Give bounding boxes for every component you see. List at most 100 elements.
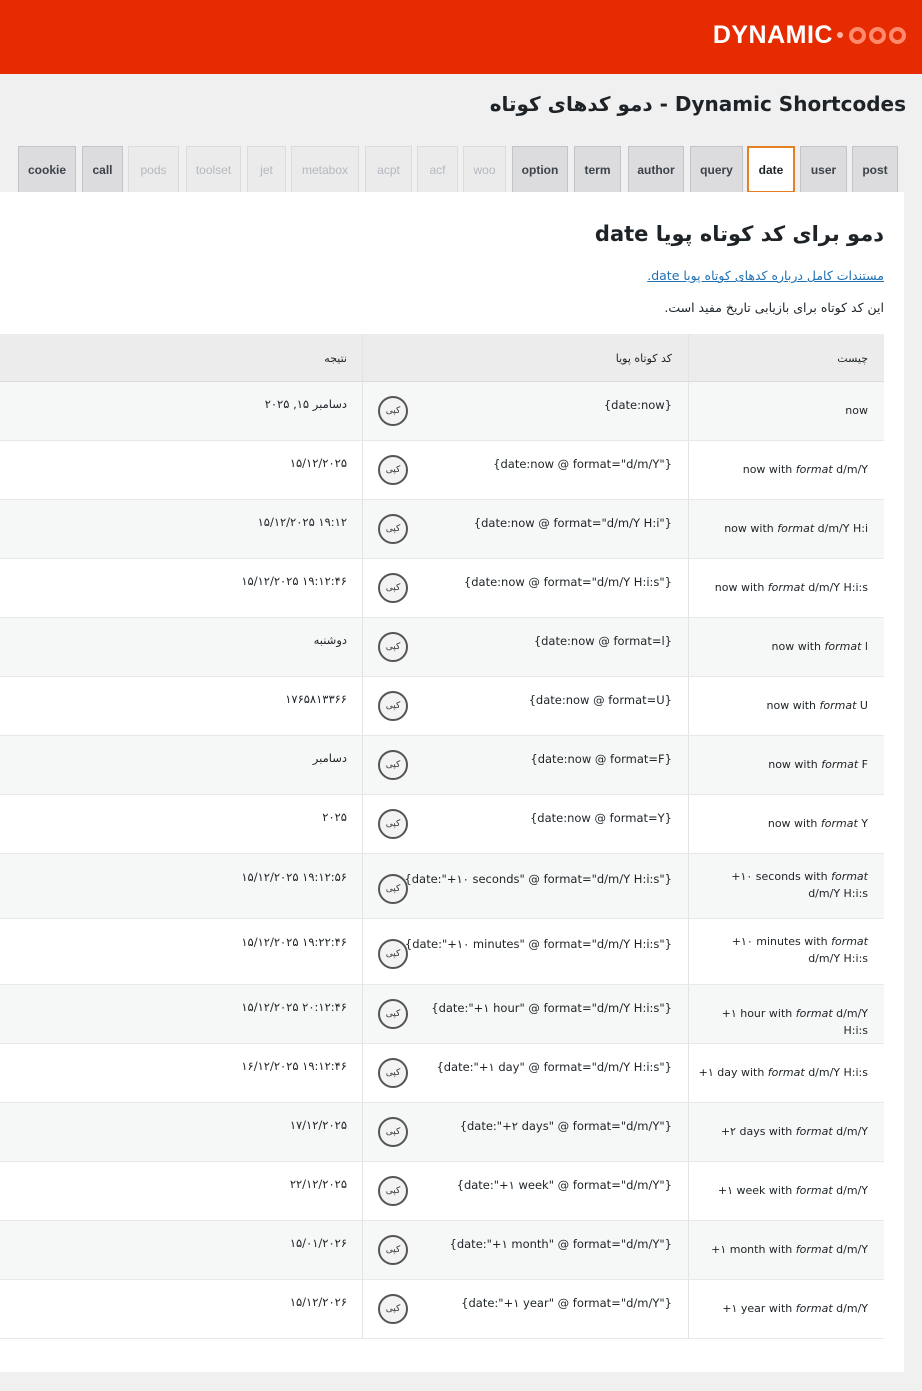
row-description: now (698, 402, 868, 419)
table-header: چیست کد کوتاه پویا نتیجه (0, 334, 884, 382)
tab-pods: pods (128, 146, 179, 192)
result-value: دسامبر ۱۵, ۲۰۲۵ (264, 397, 347, 411)
format-keyword: format (795, 463, 833, 476)
row-description: +۱ hour with format d/m/Y H:i:s (698, 1005, 868, 1039)
copy-button[interactable]: کپی (378, 632, 408, 662)
tab-term[interactable]: term (574, 146, 621, 192)
row-description: +۱ day with format d/m/Y H:i:s (698, 1064, 868, 1081)
table-row: now with format F {date:now @ format=F} کپ… (0, 736, 884, 795)
copy-button[interactable]: کپی (378, 1058, 408, 1088)
result-value: ۱۵/۰۱/۲۰۲۶ (289, 1236, 347, 1250)
description-text: +۲ days with (720, 1125, 796, 1138)
copy-button[interactable]: کپی (378, 691, 408, 721)
result-value: ۱۵/۱۲/۲۰۲۵ ۱۹:۱۲:۴۶ (241, 574, 347, 588)
copy-button[interactable]: کپی (378, 455, 408, 485)
copy-button[interactable]: کپی (378, 750, 408, 780)
documentation-link[interactable]: مستندات کامل درباره کدهای کوتاه پویا dat… (647, 268, 884, 283)
format-value: d/m/Y (832, 1125, 868, 1138)
format-value: d/m/Y H:i:s (808, 887, 868, 900)
row-description: now with format d/m/Y H:i (698, 520, 868, 537)
demo-table: چیست کد کوتاه پویا نتیجه now {date:now} کپ… (0, 334, 884, 1339)
copy-button[interactable]: کپی (378, 396, 408, 426)
description-text: now with (768, 758, 822, 771)
description-text: now (845, 404, 868, 417)
table-row: +۱۰ minutes with format d/m/Y H:i:s {date… (0, 919, 884, 985)
result-value: ۱۷/۱۲/۲۰۲۵ (289, 1118, 347, 1132)
shortcode-text: {date:"+۱۰ seconds" @ format="d/m/Y H:i:… (404, 872, 672, 886)
tab-date[interactable]: date (747, 146, 795, 193)
shortcode-text: {date:now @ format="d/m/Y H:i:s"} (463, 575, 672, 589)
table-row: now with format d/m/Y H:i {date:now @ for… (0, 500, 884, 559)
row-description: now with format U (698, 697, 869, 714)
description-text: now with (742, 463, 796, 476)
result-value: ۲۲/۱۲/۲۰۲۵ (289, 1177, 347, 1191)
table-row: now with format d/m/Y H:i:s {date:now @ f… (0, 559, 884, 618)
description-text: +۱ day with (698, 1066, 768, 1079)
copy-button[interactable]: کپی (378, 1235, 408, 1265)
shortcode-text: {date:now} (603, 398, 672, 412)
result-value: ۲۰۲۵ (322, 810, 347, 824)
row-description: +۱۰ seconds with format d/m/Y H:i:s (698, 868, 868, 902)
table-row: +۱۰ seconds with format d/m/Y H:i:s {date… (0, 854, 884, 919)
format-keyword: format (777, 522, 815, 535)
shortcode-text: {date:"+۲ days" @ format="d/m/Y"} (459, 1119, 672, 1133)
header-what: چیست (837, 351, 868, 365)
shortcode-text: {date:now @ format=Y} (529, 811, 672, 825)
description-text: +۱۰ seconds with (731, 870, 832, 883)
shortcode-text: {date:now @ format=F} (530, 752, 672, 766)
copy-button[interactable]: کپی (378, 1117, 408, 1147)
result-value: ۱۵/۱۲/۲۰۲۵ ۱۹:۱۲ (257, 515, 347, 529)
shortcode-text: {date:now @ format=l} (533, 634, 672, 648)
format-value: d/m/Y H:i:s (804, 581, 868, 594)
copy-button[interactable]: کپی (378, 1294, 408, 1324)
shortcode-text: {date:now @ format="d/m/Y H:i"} (473, 516, 672, 530)
format-value: F (858, 758, 868, 771)
result-value: ۱۶/۱۲/۲۰۲۵ ۱۹:۱۲:۴۶ (241, 1059, 347, 1073)
tab-user[interactable]: user (800, 146, 847, 192)
description-text: +۱ month with (711, 1243, 796, 1256)
section-title: دمو برای کد کوتاه پویا date (594, 222, 884, 246)
page-title: Dynamic Shortcodes - دمو کدهای کوتاه (489, 92, 906, 116)
row-description: now with format d/m/Y (698, 461, 868, 478)
description-text: +۱ year with (722, 1302, 796, 1315)
copy-button[interactable]: کپی (378, 809, 408, 839)
tab-toolset: toolset (186, 146, 241, 192)
tab-option[interactable]: option (512, 146, 568, 192)
tab-acpt: acpt (365, 146, 412, 192)
copy-button[interactable]: کپی (378, 939, 408, 969)
format-value: d/m/Y H:i:s (832, 1007, 868, 1037)
tab-call[interactable]: call (82, 146, 123, 192)
description-text: now with (767, 817, 821, 830)
tab-acf: acf (417, 146, 458, 192)
table-body: now {date:now} کپی دسامبر ۱۵, ۲۰۲۵ now with … (0, 382, 884, 1339)
row-description: now with format F (698, 756, 868, 773)
row-description: now with format l (698, 638, 869, 655)
tab-metabox: metabox (291, 146, 359, 192)
format-value: d/m/Y (832, 1184, 868, 1197)
copy-button[interactable]: کپی (378, 999, 408, 1029)
table-row: +۱ week with format d/m/Y {date:"+۱ week"… (0, 1162, 884, 1221)
format-keyword: format (831, 935, 868, 948)
row-description: +۱ week with format d/m/Y (698, 1182, 868, 1199)
tab-cookie[interactable]: cookie (18, 146, 76, 192)
format-keyword: format (820, 817, 858, 830)
row-description: now with format d/m/Y H:i:s (698, 579, 868, 596)
result-value: دوشنبه (313, 633, 347, 647)
result-value: ۱۵/۱۲/۲۰۲۵ (289, 456, 347, 470)
tab-author[interactable]: author (628, 146, 684, 192)
row-description: +۲ days with format d/m/Y (698, 1123, 868, 1140)
description-text: +۱ hour with (721, 1007, 796, 1020)
logo-dots-icon (835, 26, 906, 44)
dynamic-logo[interactable]: DYNAMIC (713, 19, 906, 51)
copy-button[interactable]: کپی (378, 1176, 408, 1206)
copy-button[interactable]: کپی (378, 573, 408, 603)
format-value: d/m/Y H:i:s (808, 952, 868, 965)
shortcode-text: {date:"+۱ day" @ format="d/m/Y H:i:s"} (436, 1060, 672, 1074)
tab-query[interactable]: query (690, 146, 743, 192)
copy-button[interactable]: کپی (378, 514, 408, 544)
tab-post[interactable]: post (852, 146, 898, 192)
result-value: ۱۷۶۵۸۱۳۳۶۶ (285, 692, 347, 706)
copy-button[interactable]: کپی (378, 874, 408, 904)
table-row: now with format l {date:now @ format=l} کپ… (0, 618, 884, 677)
table-row: +۱ year with format d/m/Y {date:"+۱ year"… (0, 1280, 884, 1339)
